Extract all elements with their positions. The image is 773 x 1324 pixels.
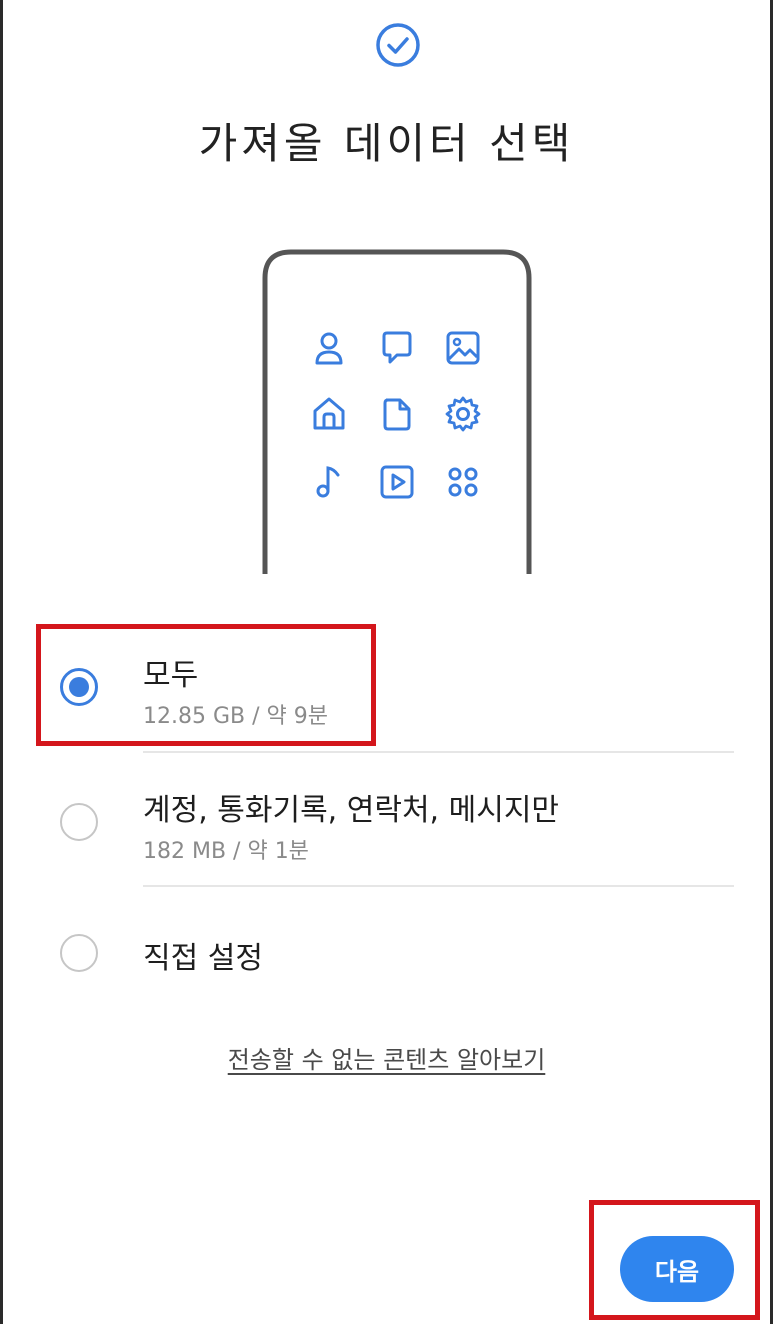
home-icon xyxy=(309,394,349,434)
video-play-icon xyxy=(377,462,417,502)
page-title: 가져올 데이터 선택 xyxy=(198,119,575,168)
settings-icon xyxy=(443,394,483,434)
option-label: 직접 설정 xyxy=(143,941,263,976)
untransferable-content-link[interactable]: 전송할 수 없는 콘텐츠 알아보기 xyxy=(3,1040,770,1075)
document-icon xyxy=(377,394,417,434)
check-circle-icon xyxy=(375,22,421,68)
radio-button[interactable] xyxy=(60,934,98,972)
divider xyxy=(143,751,734,753)
option-label: 계정, 통화기록, 연락처, 메시지만 xyxy=(143,793,560,828)
radio-button[interactable] xyxy=(60,803,98,841)
divider xyxy=(143,885,734,887)
image-icon xyxy=(443,328,483,368)
option-custom[interactable]: 직접 설정 xyxy=(3,915,770,995)
option-size-time: 12.85 GB / 약 9분 xyxy=(143,704,328,729)
apps-grid-icon xyxy=(443,462,483,502)
option-size-time: 182 MB / 약 1분 xyxy=(143,839,309,864)
person-icon xyxy=(309,328,349,368)
next-button[interactable]: 다음 xyxy=(620,1236,734,1302)
option-essentials-only[interactable]: 계정, 통화기록, 연락처, 메시지만 182 MB / 약 1분 xyxy=(3,775,770,875)
phone-illustration xyxy=(261,248,533,578)
music-note-icon xyxy=(309,462,349,502)
radio-button-selected[interactable] xyxy=(60,668,98,706)
option-all[interactable]: 모두 12.85 GB / 약 9분 xyxy=(3,640,770,740)
chat-icon xyxy=(377,328,417,368)
option-label: 모두 xyxy=(143,658,199,693)
